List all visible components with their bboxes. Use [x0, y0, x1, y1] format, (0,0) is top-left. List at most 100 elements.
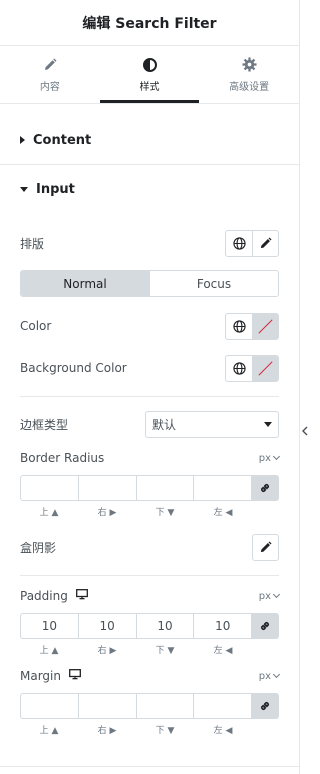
collapse-panel-button[interactable]	[300, 420, 310, 442]
box-shadow-edit-button[interactable]	[252, 533, 279, 561]
side-bottom-label: 下 ▼	[155, 646, 175, 656]
section-input-title: Input	[36, 181, 75, 197]
padding-unit-select[interactable]: px	[258, 590, 281, 602]
desktop-icon[interactable]	[69, 669, 81, 683]
margin-unit-select[interactable]: px	[258, 670, 281, 682]
typography-buttons	[225, 229, 279, 257]
link-values-icon[interactable]	[251, 613, 280, 639]
padding-right-input[interactable]: 10	[77, 613, 136, 639]
caret-right-icon	[20, 136, 25, 144]
padding-inputs: 10 10 10 10	[20, 613, 280, 639]
global-icon[interactable]	[226, 314, 252, 339]
chevron-down-icon	[272, 590, 281, 599]
divider	[0, 766, 300, 767]
section-input: Input 排版 Normal Focus Color Background C…	[0, 165, 299, 736]
padding-left-input[interactable]: 10	[193, 613, 252, 639]
background-color-label: Background Color	[20, 361, 127, 375]
side-left-label: 左 ◀	[213, 508, 233, 518]
editor-panel: 编辑 Search Filter 内容 样式 高级设置 Content Inpu…	[0, 0, 300, 774]
margin-label-group: Margin	[20, 669, 81, 683]
border-type-value: 默认	[152, 418, 177, 432]
panel-title: 编辑 Search Filter	[82, 15, 217, 32]
margin-bottom-input[interactable]	[135, 693, 194, 719]
margin-top-input[interactable]	[20, 693, 78, 719]
tab-advanced-label: 高级设置	[229, 81, 270, 93]
padding-label-group: Padding	[20, 589, 88, 603]
border-radius-side-labels: 上 ▲ 右 ▶ 下 ▼ 左 ◀	[20, 505, 279, 518]
edit-pencil-icon	[260, 540, 272, 552]
background-color-swatch[interactable]	[252, 355, 278, 381]
tab-content[interactable]: 内容	[0, 46, 100, 103]
side-right-label: 右 ▶	[97, 726, 117, 736]
typography-control: 排版	[0, 229, 299, 257]
state-focus-button[interactable]: Focus	[149, 271, 278, 296]
global-icon[interactable]	[226, 356, 252, 381]
unit-label: px	[258, 670, 271, 682]
margin-left-input[interactable]	[193, 693, 252, 719]
border-radius-header: Border Radius px	[0, 450, 299, 466]
chevron-left-icon	[302, 426, 308, 436]
background-color-buttons	[225, 354, 279, 382]
padding-label: Padding	[20, 589, 68, 603]
box-shadow-label: 盒阴影	[20, 540, 57, 555]
border-type-select[interactable]: 默认	[145, 411, 279, 438]
color-buttons	[225, 312, 279, 340]
state-normal-button[interactable]: Normal	[21, 271, 149, 296]
side-bottom-label: 下 ▼	[155, 508, 175, 518]
side-bottom-label: 下 ▼	[155, 726, 175, 736]
color-swatch[interactable]	[252, 313, 278, 339]
padding-side-labels: 上 ▲ 右 ▶ 下 ▼ 左 ◀	[20, 643, 279, 656]
gear-icon	[241, 57, 257, 73]
border-radius-bottom-input[interactable]	[135, 475, 194, 501]
typography-label: 排版	[20, 236, 45, 251]
side-left-label: 左 ◀	[213, 646, 233, 656]
border-radius-right-input[interactable]	[77, 475, 136, 501]
color-control: Color	[0, 312, 299, 340]
border-radius-label: Border Radius	[20, 451, 105, 465]
margin-label: Margin	[20, 669, 61, 683]
panel-tabs: 内容 样式 高级设置	[0, 46, 299, 104]
edit-pencil-icon[interactable]	[252, 230, 278, 256]
border-radius-top-input[interactable]	[20, 475, 78, 501]
pencil-icon	[42, 57, 58, 73]
section-content: Content	[0, 116, 299, 165]
tab-advanced[interactable]: 高级设置	[199, 46, 299, 103]
border-radius-inputs	[20, 475, 280, 501]
side-top-label: 上 ▲	[39, 646, 59, 656]
side-top-label: 上 ▲	[39, 726, 59, 736]
link-values-icon[interactable]	[251, 693, 280, 719]
chevron-down-icon	[272, 670, 281, 679]
section-input-header[interactable]: Input	[0, 165, 299, 213]
side-left-label: 左 ◀	[213, 726, 233, 736]
border-radius-left-input[interactable]	[193, 475, 252, 501]
global-icon[interactable]	[226, 231, 252, 256]
side-top-label: 上 ▲	[39, 508, 59, 518]
padding-header: Padding px	[0, 588, 299, 604]
section-content-header[interactable]: Content	[0, 116, 299, 164]
side-right-label: 右 ▶	[97, 508, 117, 518]
desktop-icon[interactable]	[75, 589, 88, 603]
padding-bottom-input[interactable]: 10	[135, 613, 194, 639]
box-shadow-control: 盒阴影	[0, 533, 299, 561]
unit-label: px	[258, 590, 271, 602]
padding-top-input[interactable]: 10	[20, 613, 78, 639]
margin-side-labels: 上 ▲ 右 ▶ 下 ▼ 左 ◀	[20, 723, 279, 736]
color-label: Color	[20, 319, 52, 333]
border-type-control: 边框类型 默认	[0, 411, 299, 438]
margin-right-input[interactable]	[77, 693, 136, 719]
border-radius-unit-select[interactable]: px	[259, 453, 281, 464]
tab-style[interactable]: 样式	[99, 46, 200, 103]
link-values-icon[interactable]	[251, 475, 280, 501]
